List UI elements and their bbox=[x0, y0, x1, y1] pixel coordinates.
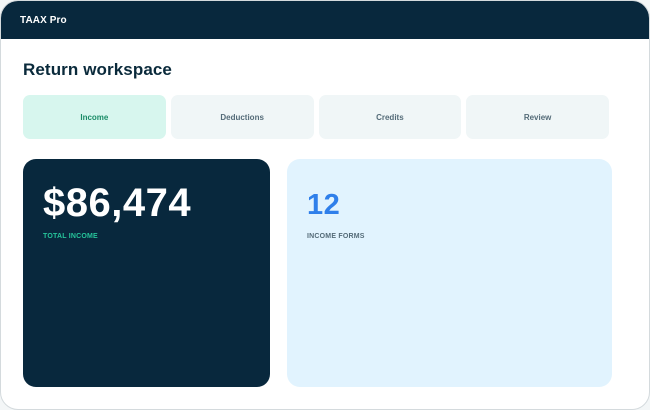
tab-credits[interactable]: Credits bbox=[318, 95, 462, 139]
total-income-card: $86,474 TOTAL INCOME bbox=[23, 159, 270, 387]
section-tabs: Income Deductions Credits Review bbox=[23, 95, 609, 139]
page-title: Return workspace bbox=[23, 60, 172, 79]
title-bar: TAAX Pro bbox=[1, 1, 649, 39]
app-window: TAAX Pro Return workspace Income Deducti… bbox=[0, 0, 650, 410]
tab-income[interactable]: Income bbox=[23, 95, 166, 139]
total-income-value: $86,474 bbox=[43, 181, 192, 225]
income-forms-label: INCOME FORMS bbox=[307, 233, 365, 240]
income-forms-card: 12 INCOME FORMS bbox=[287, 159, 612, 387]
app-title: TAAX Pro bbox=[20, 14, 67, 26]
tab-deductions[interactable]: Deductions bbox=[170, 95, 314, 139]
total-income-label: TOTAL INCOME bbox=[43, 233, 98, 240]
income-forms-value: 12 bbox=[307, 189, 341, 221]
tab-review[interactable]: Review bbox=[466, 95, 609, 139]
